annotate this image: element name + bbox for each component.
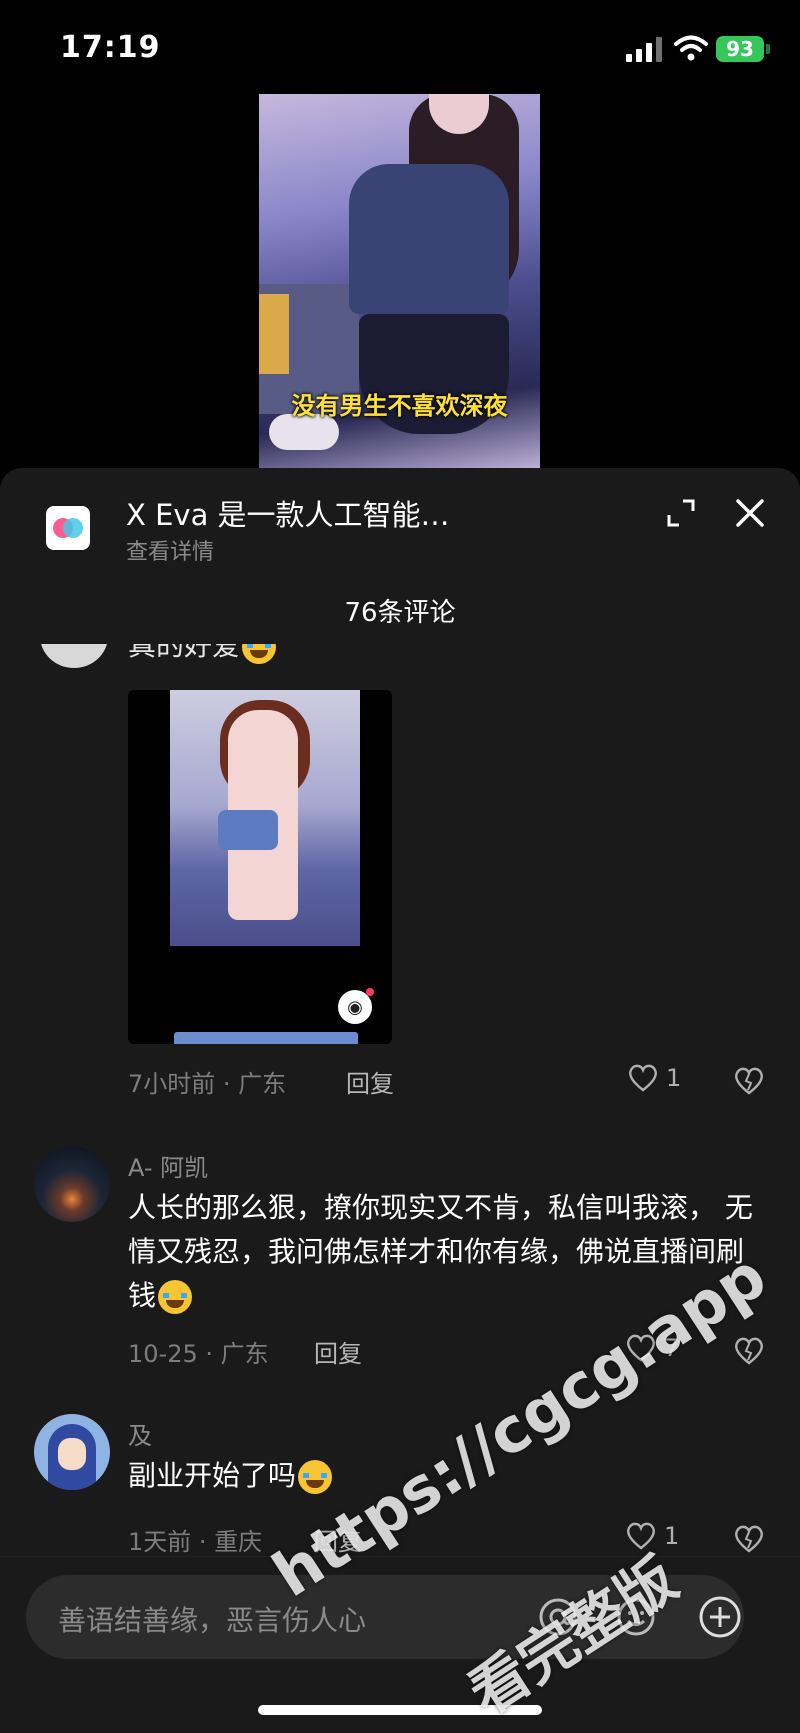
reply-button[interactable]: 回复 <box>314 1334 362 1369</box>
status-time: 17:19 <box>60 30 161 65</box>
ad-title[interactable]: X Eva 是一款人工智能… <box>126 492 450 534</box>
image-bottom-bar <box>174 1032 358 1044</box>
status-bar: 17:19 93 <box>0 0 800 95</box>
comment-text-content: 真的好爱 <box>128 644 241 662</box>
dislike-icon[interactable] <box>734 1524 764 1554</box>
video-caption: 没有男生不喜欢深夜 <box>291 392 508 420</box>
like-count: 1 <box>666 1064 682 1092</box>
ad-app-logo[interactable] <box>46 506 90 550</box>
laugh-cry-emoji-icon <box>158 1280 193 1314</box>
comment-username[interactable]: 及 <box>128 1416 152 1451</box>
comment-input[interactable]: 善语结善缘，恶言伤人心 <box>26 1575 744 1659</box>
reply-button[interactable]: 回复 <box>346 1064 394 1099</box>
comment-meta: 1天前 · 重庆 <box>128 1528 263 1556</box>
heart-icon <box>629 1064 657 1092</box>
video-figure-top <box>349 164 509 314</box>
comment-text: 真的好爱 <box>128 644 277 664</box>
comment-text-content: 人长的那么狠，撩你现实又不肯，私信叫我滚， 无情又残忍，我问佛怎样才和你有缘，佛… <box>128 1191 753 1312</box>
expand-icon[interactable] <box>666 498 696 528</box>
like-button[interactable]: 1 <box>626 1522 679 1550</box>
comment-text-content: 副业开始了吗 <box>128 1459 297 1492</box>
comment-input-placeholder: 善语结善缘，恶言伤人心 <box>58 1604 367 1637</box>
dislike-icon[interactable] <box>734 1336 764 1366</box>
at-mention-icon[interactable] <box>538 1597 578 1637</box>
like-count: 1 <box>664 1522 680 1550</box>
heart-icon <box>627 1522 655 1550</box>
comment-meta: 7小时前 · 广东 <box>128 1070 287 1098</box>
comment-text: 人长的那么狠，撩你现实又不肯，私信叫我滚， 无情又残忍，我问佛怎样才和你有缘，佛… <box>128 1186 768 1318</box>
avatar[interactable] <box>34 1414 110 1490</box>
comment-meta: 10-25 · 广东 <box>128 1340 269 1368</box>
avatar[interactable] <box>40 644 108 668</box>
comment-input-bar: 善语结善缘，恶言伤人心 <box>0 1556 800 1733</box>
like-button[interactable]: 1 <box>628 1064 681 1092</box>
avatar[interactable] <box>34 1146 110 1222</box>
like-button[interactable]: 7 <box>626 1334 679 1362</box>
crying-emoji-icon <box>242 644 277 664</box>
comment-image[interactable]: ◉ <box>128 690 392 1044</box>
heart-icon <box>627 1334 655 1362</box>
reply-button[interactable]: 回复 <box>314 1522 362 1557</box>
battery-indicator: 93 <box>716 36 764 62</box>
emoji-picker-icon[interactable] <box>616 1597 656 1637</box>
comment-text: 副业开始了吗 <box>128 1454 768 1498</box>
signal-icon <box>626 37 662 62</box>
notification-dot <box>366 988 374 996</box>
comment-count-title: 76条评论 <box>344 598 456 628</box>
comment-list[interactable]: 真的好爱 ◉ 7小时前 · 广东 回复 1 A- 阿凯 人长的那么狠，撩你现实又… <box>0 644 800 1506</box>
image-figure-shorts <box>218 810 278 850</box>
crying-emoji-icon <box>298 1460 333 1494</box>
logo-circle-blue <box>63 518 83 538</box>
dislike-icon[interactable] <box>734 1066 764 1096</box>
comment-username[interactable]: A- 阿凯 <box>128 1148 208 1183</box>
comment-sheet: X Eva 是一款人工智能… 查看详情 76条评论 真的好爱 ◉ 7小时前 · … <box>0 468 800 1732</box>
video-player[interactable]: 没有男生不喜欢深夜 <box>259 94 540 470</box>
like-count: 7 <box>664 1334 680 1362</box>
wifi-icon <box>674 35 708 61</box>
video-lamp <box>259 294 289 374</box>
close-icon[interactable] <box>733 496 767 530</box>
ad-details-link[interactable]: 查看详情 <box>126 534 214 566</box>
battery-tip <box>766 44 770 54</box>
home-indicator <box>258 1705 542 1715</box>
add-icon[interactable] <box>698 1595 742 1639</box>
avatar-face <box>58 1438 86 1470</box>
